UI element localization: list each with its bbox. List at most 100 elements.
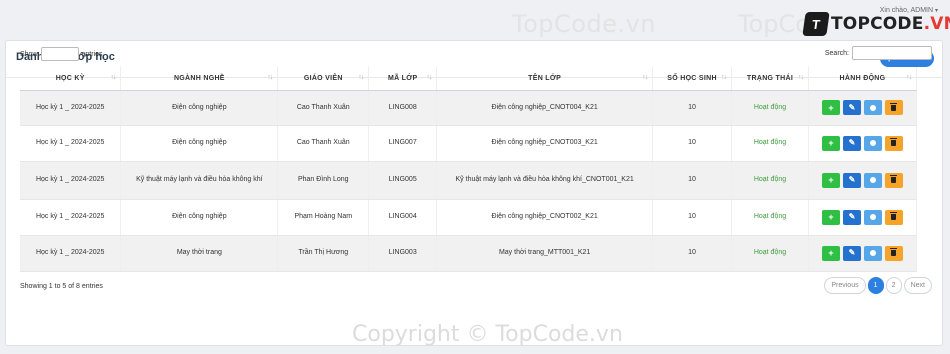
header-nganh-nghe[interactable]: NGÀNH NGHỀ ↑↓ bbox=[120, 67, 279, 91]
cell-so-hoc-sinh: 10 bbox=[652, 125, 733, 162]
add-student-button[interactable]: + bbox=[821, 100, 840, 115]
sort-icon: ↑↓ bbox=[797, 74, 804, 81]
header-trang-thai[interactable]: TRẠNG THÁI ↑↓ bbox=[731, 67, 809, 91]
delete-button[interactable] bbox=[884, 209, 903, 225]
info-button[interactable] bbox=[863, 209, 882, 225]
table-controls: Show entries Search: bbox=[20, 45, 932, 61]
header-ma-lop[interactable]: MÃ LỚP ↑↓ bbox=[368, 67, 438, 91]
trash-icon bbox=[890, 175, 898, 183]
edit-button[interactable]: ✎ bbox=[842, 245, 861, 261]
trash-icon bbox=[890, 248, 898, 256]
info-icon bbox=[869, 214, 876, 220]
edit-button[interactable]: ✎ bbox=[842, 135, 861, 151]
header-hanh-dong[interactable]: HÀNH ĐỘNG ↑↓ bbox=[808, 67, 918, 91]
show-label: Show bbox=[20, 50, 38, 58]
header-so-hoc-sinh[interactable]: SỐ HỌC SINH ↑↓ bbox=[652, 67, 733, 91]
trash-icon bbox=[890, 212, 898, 220]
cell-nganh-nghe: Điện công nghiệp bbox=[120, 199, 279, 236]
pagination: Previous 1 2 Next bbox=[824, 277, 932, 294]
delete-button[interactable] bbox=[884, 135, 903, 151]
cell-nganh-nghe: Điện công nghiệp bbox=[120, 90, 279, 126]
cell-giao-vien: Phạm Hoàng Nam bbox=[277, 199, 370, 236]
header-hoc-ky[interactable]: HỌC KỲ ↑↓ bbox=[20, 67, 122, 91]
cell-so-hoc-sinh: 10 bbox=[652, 161, 733, 200]
page-1-button[interactable]: 1 bbox=[867, 277, 884, 294]
cell-actions: + ✎ bbox=[808, 199, 918, 236]
pencil-icon: ✎ bbox=[848, 212, 856, 221]
cell-giao-vien: Cao Thanh Xuân bbox=[277, 125, 370, 162]
add-student-button[interactable]: + bbox=[821, 135, 840, 151]
sort-icon: ↑↓ bbox=[721, 74, 727, 81]
plus-icon: + bbox=[828, 102, 834, 113]
cell-ten-lop: Điện công nghiệp_CNOT003_K21 bbox=[436, 125, 654, 162]
add-student-button[interactable]: + bbox=[821, 209, 840, 225]
cell-ten-lop: May thời trang_MTT001_K21 bbox=[436, 235, 654, 272]
entries-label: entries bbox=[81, 50, 103, 58]
trash-icon bbox=[890, 138, 898, 146]
watermark-top-right: TopCo bbox=[738, 10, 810, 38]
status-badge: Hoạt động bbox=[731, 199, 809, 236]
info-button[interactable] bbox=[863, 100, 882, 115]
add-student-button[interactable]: + bbox=[821, 245, 840, 261]
cell-ten-lop: Điện công nghiệp_CNOT004_K21 bbox=[436, 90, 654, 126]
edit-button[interactable]: ✎ bbox=[842, 172, 861, 188]
sort-icon: ↑↓ bbox=[426, 74, 432, 81]
pencil-icon: ✎ bbox=[848, 102, 856, 112]
delete-button[interactable] bbox=[884, 100, 903, 115]
info-icon bbox=[869, 104, 876, 111]
cell-ma-lop: LING008 bbox=[368, 90, 438, 126]
pencil-icon: ✎ bbox=[848, 175, 856, 184]
cell-so-hoc-sinh: 10 bbox=[652, 90, 733, 126]
cell-actions: + ✎ bbox=[808, 235, 918, 272]
cell-ma-lop: LING007 bbox=[368, 125, 438, 162]
sort-icon: ↑↓ bbox=[642, 74, 648, 81]
status-badge: Hoạt động bbox=[731, 125, 809, 162]
info-icon bbox=[869, 140, 876, 146]
trash-icon bbox=[890, 102, 898, 111]
topcode-logo: T TOPCODE.VN bbox=[802, 12, 950, 36]
cell-actions: + ✎ bbox=[808, 125, 918, 162]
cell-actions: + ✎ bbox=[808, 90, 918, 126]
info-button[interactable] bbox=[863, 135, 882, 151]
cell-ten-lop: Điện công nghiệp_CNOT002_K21 bbox=[436, 199, 654, 236]
logo-text: TOPCODE.VN bbox=[831, 14, 950, 34]
header-ten-lop[interactable]: TÊN LỚP ↑↓ bbox=[436, 67, 654, 91]
entries-select[interactable] bbox=[40, 47, 79, 61]
plus-icon: + bbox=[828, 138, 834, 148]
search-input[interactable] bbox=[852, 46, 932, 60]
search-area: Search: bbox=[825, 46, 932, 60]
edit-button[interactable]: ✎ bbox=[842, 100, 861, 115]
class-table: HỌC KỲ ↑↓ NGÀNH NGHỀ ↑↓ GIÁO VIÊN ↑↓ MÃ LỚP… bbox=[20, 67, 918, 272]
plus-icon: + bbox=[828, 212, 834, 222]
show-entries: Show entries bbox=[20, 47, 103, 61]
cell-giao-vien: Trần Thị Hương bbox=[277, 235, 370, 272]
header-giao-vien[interactable]: GIÁO VIÊN ↑↓ bbox=[277, 67, 370, 91]
edit-button[interactable]: ✎ bbox=[842, 209, 861, 225]
cell-hoc-ky: Học kỳ 1 _ 2024-2025 bbox=[20, 199, 122, 236]
info-icon bbox=[869, 250, 876, 256]
cell-nganh-nghe: Kỹ thuật máy lạnh và điều hòa không khí bbox=[120, 161, 279, 200]
cell-hoc-ky: Học kỳ 1 _ 2024-2025 bbox=[20, 235, 122, 272]
delete-button[interactable] bbox=[884, 172, 903, 188]
table-row: Học kỳ 1 _ 2024-2025 Điện công nghiệp Ca… bbox=[20, 90, 918, 126]
previous-button[interactable]: Previous bbox=[824, 277, 866, 294]
table-header-row: HỌC KỲ ↑↓ NGÀNH NGHỀ ↑↓ GIÁO VIÊN ↑↓ MÃ LỚP… bbox=[20, 67, 918, 91]
cell-ten-lop: Kỹ thuật máy lạnh và điều hòa không khí_… bbox=[436, 161, 654, 200]
delete-button[interactable] bbox=[884, 245, 903, 261]
info-icon bbox=[869, 177, 876, 183]
cell-giao-vien: Cao Thanh Xuân bbox=[277, 90, 370, 126]
info-button[interactable] bbox=[863, 172, 882, 188]
table-row: Học kỳ 1 _ 2024-2025 Điện công nghiệp Ph… bbox=[20, 199, 918, 236]
sort-icon: ↑↓ bbox=[110, 74, 116, 81]
next-button[interactable]: Next bbox=[903, 277, 932, 294]
cell-hoc-ky: Học kỳ 1 _ 2024-2025 bbox=[20, 161, 122, 200]
sort-icon: ↑↓ bbox=[906, 74, 912, 81]
cell-hoc-ky: Học kỳ 1 _ 2024-2025 bbox=[20, 125, 122, 162]
status-badge: Hoạt động bbox=[731, 90, 809, 126]
watermark-top: TopCode.vn bbox=[512, 10, 656, 38]
info-button[interactable] bbox=[863, 245, 882, 261]
add-student-button[interactable]: + bbox=[821, 172, 840, 188]
page-2-button[interactable]: 2 bbox=[885, 277, 902, 294]
cell-ma-lop: LING004 bbox=[368, 199, 438, 236]
table-row: Học kỳ 1 _ 2024-2025 Kỹ thuật máy lạnh v… bbox=[20, 161, 918, 200]
